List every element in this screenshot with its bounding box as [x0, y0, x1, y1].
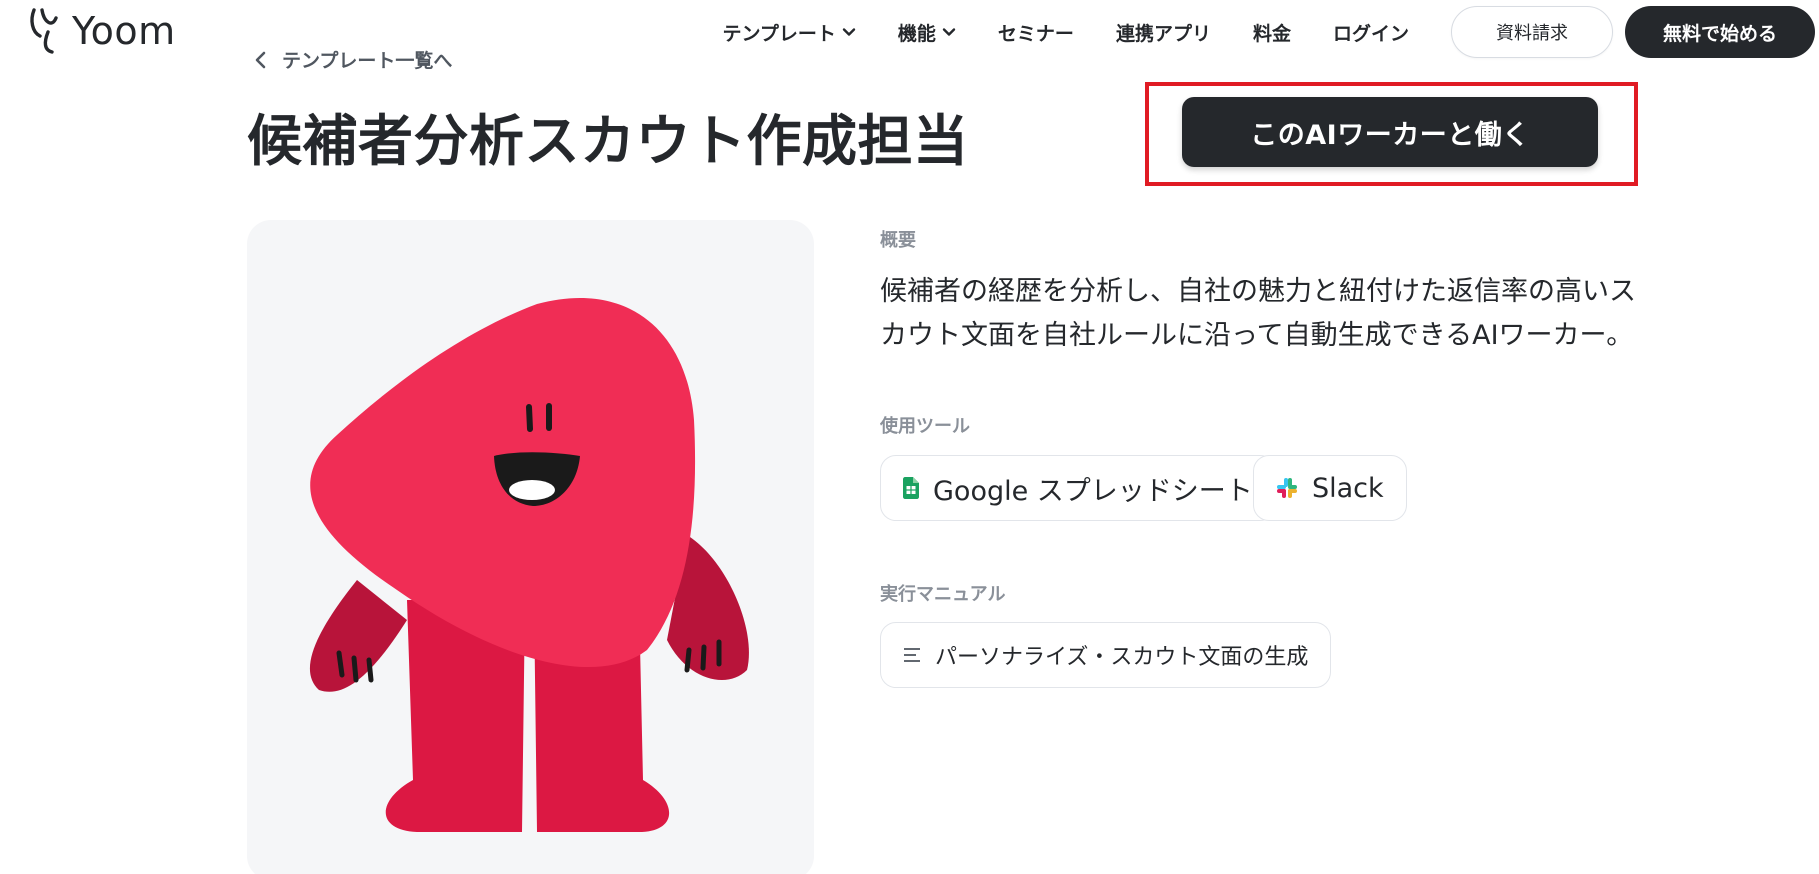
tool-slack-label: Slack: [1312, 472, 1384, 504]
nav-login[interactable]: ログイン: [1333, 19, 1409, 46]
slack-icon: [1277, 478, 1297, 498]
tool-chip-google-sheets[interactable]: Google スプレッドシート: [880, 455, 1276, 521]
ai-worker-illustration-card: [247, 220, 814, 874]
yoom-logo-icon: [30, 8, 58, 54]
nav-integrations[interactable]: 連携アプリ: [1116, 19, 1211, 46]
list-icon: [904, 648, 920, 662]
page: Yoom テンプレート 機能 セミナー 連携アプリ 料金 ログイン 資料請求 無…: [0, 0, 1819, 874]
back-link-label: テンプレート一覧へ: [282, 50, 453, 72]
ai-worker-character-illustration: [309, 298, 749, 832]
chevron-left-icon: [255, 51, 266, 68]
manual-item-label: パーソナライズ・スカウト文面の生成: [935, 645, 1309, 670]
overview-label: 概要: [880, 230, 916, 251]
nav-pricing[interactable]: 料金: [1253, 19, 1291, 46]
nav-templates[interactable]: テンプレート: [722, 19, 856, 46]
request-docs-button[interactable]: 資料請求: [1450, 6, 1613, 58]
manual-item-personalized-scout[interactable]: パーソナライズ・スカウト文面の生成: [880, 622, 1332, 688]
tool-chip-slack[interactable]: Slack: [1253, 455, 1407, 521]
page-title: 候補者分析スカウト作成担当: [247, 109, 969, 173]
top-nav: テンプレート 機能 セミナー 連携アプリ 料金 ログイン 資料請求 無料で始める: [722, 4, 1815, 60]
nav-seminar-label: セミナー: [997, 22, 1074, 45]
nav-integrations-label: 連携アプリ: [1115, 22, 1211, 45]
overview-text: 候補者の経歴を分析し、自社の魅力と紐付けた返信率の高いスカウト文面を自社ルールに…: [880, 276, 1636, 351]
tools-label: 使用ツール: [880, 416, 970, 437]
work-with-ai-worker-button[interactable]: このAIワーカーと働く: [1182, 97, 1598, 167]
nav-seminar[interactable]: セミナー: [998, 19, 1074, 46]
nav-pricing-label: 料金: [1252, 22, 1291, 45]
google-sheets-icon: [903, 477, 919, 499]
chevron-down-icon: [942, 28, 956, 36]
tool-google-sheets-label: Google スプレッドシート: [933, 475, 1253, 507]
start-free-button[interactable]: 無料で始める: [1624, 6, 1815, 58]
nav-features-label: 機能: [897, 22, 936, 45]
back-to-templates-link[interactable]: テンプレート一覧へ: [254, 46, 452, 73]
nav-login-label: ログイン: [1332, 22, 1409, 45]
nav-features[interactable]: 機能: [898, 19, 956, 46]
manual-label: 実行マニュアル: [880, 584, 1006, 605]
yoom-logo[interactable]: Yoom: [26, 6, 176, 56]
logo-text: Yoom: [72, 9, 176, 53]
chevron-down-icon: [842, 28, 856, 36]
nav-templates-label: テンプレート: [722, 22, 836, 45]
